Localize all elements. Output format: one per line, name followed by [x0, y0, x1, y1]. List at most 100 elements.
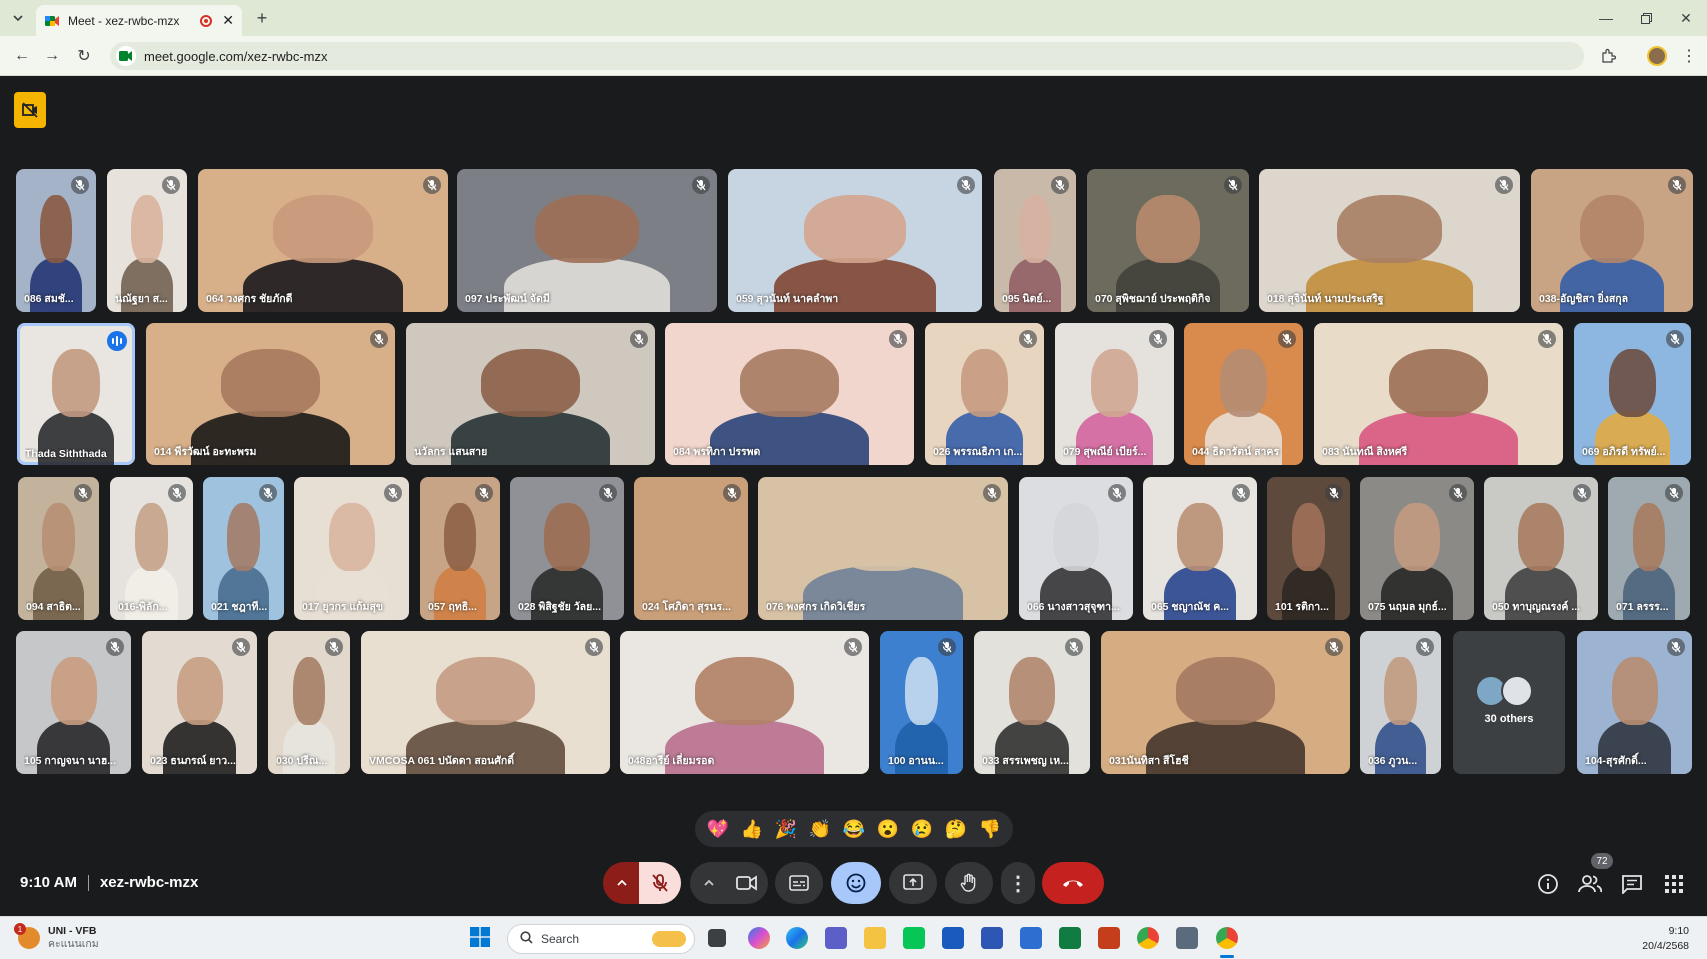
teams-icon[interactable]: [825, 927, 847, 949]
host-controls-icon[interactable]: [14, 92, 46, 128]
minimize-window-icon[interactable]: —: [1594, 6, 1618, 30]
participant-tile[interactable]: 070 สุพิชฌาย์ ประพฤติกิจ: [1087, 169, 1249, 312]
reaction-party-popper[interactable]: 🎉: [775, 819, 797, 840]
participant-tile[interactable]: 044 ธิดารัตน์ สาคร: [1184, 323, 1303, 465]
participant-tile[interactable]: 075 นฤมล มุกธ์...: [1360, 477, 1474, 620]
participant-tile[interactable]: 059 สุวนันท์ นาคลำพา: [728, 169, 982, 312]
powerpoint-icon[interactable]: [1098, 927, 1120, 949]
chrome-active-icon[interactable]: [1216, 927, 1238, 949]
participant-tile[interactable]: 086 สมชั...: [16, 169, 96, 312]
word-icon[interactable]: [942, 927, 964, 949]
close-window-icon[interactable]: ✕: [1674, 6, 1698, 30]
taskbar-search-box[interactable]: Search: [507, 924, 695, 954]
reaction-sad[interactable]: 😢: [911, 819, 933, 840]
participant-tile[interactable]: 095 นิตย์...: [994, 169, 1076, 312]
participant-tile[interactable]: 064 วงศกร ชัยภักดี: [198, 169, 448, 312]
participant-tile[interactable]: 017 ยุวกร แก้มสุข: [294, 477, 409, 620]
reaction-thinking[interactable]: 🤔: [945, 819, 967, 840]
participant-tile[interactable]: 016-พิลัก...: [110, 477, 193, 620]
tab-search-dropdown-icon[interactable]: [8, 8, 28, 28]
people-icon[interactable]: [1578, 872, 1602, 896]
participant-tile[interactable]: 094 สาธิต...: [18, 477, 99, 620]
participant-tile[interactable]: 104-สุรศักดิ์...: [1577, 631, 1692, 774]
reactions-toggle-button[interactable]: [831, 862, 881, 904]
tab-close-icon[interactable]: ✕: [222, 12, 234, 29]
participant-tile[interactable]: 083 นันทณี สิงหศรี: [1314, 323, 1563, 465]
store-icon[interactable]: [1020, 927, 1042, 949]
system-clock[interactable]: 9:10 20/4/2568: [1642, 924, 1689, 954]
weather-widget[interactable]: 1 UNI - VFB คะแนนเกม: [14, 923, 99, 951]
browser-tab-meet[interactable]: Meet - xez-rwbc-mzx ✕: [36, 5, 242, 36]
leave-call-button[interactable]: [1042, 862, 1104, 904]
participant-tile[interactable]: 026 พรรณธิภา เก...: [925, 323, 1044, 465]
raise-hand-button[interactable]: [945, 862, 993, 904]
audio-options-button[interactable]: [603, 862, 641, 904]
participant-tile[interactable]: 065 ชญาณัช ค...: [1143, 477, 1257, 620]
file-explorer-icon[interactable]: [864, 927, 886, 949]
reload-icon[interactable]: ↻: [72, 44, 96, 68]
activities-icon[interactable]: [1662, 872, 1686, 896]
microphone-toggle-button[interactable]: [639, 862, 681, 904]
participant-tile[interactable]: 033 สรรเพชญ เห...: [974, 631, 1090, 774]
participant-tile[interactable]: 084 พรทิภา ปรรพด: [665, 323, 914, 465]
address-bar[interactable]: meet.google.com/xez-rwbc-mzx: [110, 42, 1584, 70]
participant-tile[interactable]: 030 ปรีณ...: [268, 631, 350, 774]
camera-toggle-button[interactable]: [726, 862, 768, 904]
participant-tile[interactable]: Thada Siththada: [17, 323, 135, 465]
zoom-icon[interactable]: [981, 927, 1003, 949]
participant-tile[interactable]: 066 นางสาวสุจุฑา...: [1019, 477, 1133, 620]
participant-tile[interactable]: 024 โศภิดา สุรนร...: [634, 477, 748, 620]
participant-tile[interactable]: 105 กาญจนา นาฮ...: [16, 631, 131, 774]
meeting-details-icon[interactable]: [1536, 872, 1560, 896]
reaction-surprised[interactable]: 😮: [877, 819, 899, 840]
restore-window-icon[interactable]: [1634, 6, 1658, 30]
participant-tile[interactable]: 028 พิสิฐชัย วัลย...: [510, 477, 624, 620]
participant-tile[interactable]: 079 สุพณีย์ เบียร์...: [1055, 323, 1174, 465]
new-tab-icon[interactable]: +: [252, 8, 272, 28]
back-icon[interactable]: ←: [10, 44, 34, 68]
participant-tile[interactable]: 076 พงศกร เกิดวิเชียร: [758, 477, 1008, 620]
forward-icon[interactable]: →: [40, 44, 64, 68]
chat-icon[interactable]: [1620, 872, 1644, 896]
others-tile[interactable]: 30 others: [1453, 631, 1565, 774]
participant-tile[interactable]: 023 ธนภรณ์ ยาว...: [142, 631, 257, 774]
participant-tile[interactable]: 057 ฤทธิ...: [420, 477, 500, 620]
copilot-icon[interactable]: [748, 927, 770, 949]
reaction-thumbs-down[interactable]: 👎: [979, 819, 1001, 840]
participant-tile[interactable]: นวัลกร แสนสาย: [406, 323, 655, 465]
participant-tile[interactable]: 036 ภูวน...: [1360, 631, 1441, 774]
participant-tile[interactable]: นณัฐยา ส...: [107, 169, 187, 312]
video-options-button[interactable]: [690, 862, 728, 904]
more-options-button[interactable]: ⋮: [1001, 862, 1035, 904]
participant-tile[interactable]: 069 อภิรดี ทรัพย์...: [1574, 323, 1691, 465]
calculator-icon[interactable]: [1176, 927, 1198, 949]
start-windows-icon[interactable]: [470, 927, 490, 947]
participant-tile[interactable]: 097 ประพัฒน์ จัดมี: [457, 169, 717, 312]
task-view-icon[interactable]: [708, 929, 726, 947]
reaction-thumbs-up[interactable]: 👍: [741, 819, 763, 840]
participant-tile[interactable]: 021 ชฎาที...: [203, 477, 284, 620]
reaction-laughing[interactable]: 😂: [843, 819, 865, 840]
edge-icon[interactable]: [786, 927, 808, 949]
extensions-icon[interactable]: [1596, 44, 1620, 68]
chrome-icon[interactable]: [1137, 927, 1159, 949]
participant-tile[interactable]: 101 รติกา...: [1267, 477, 1350, 620]
captions-button[interactable]: [775, 862, 823, 904]
participant-tile[interactable]: 031นันทิสา สีโฮชี: [1101, 631, 1350, 774]
line-icon[interactable]: [903, 927, 925, 949]
reaction-sparkling-heart[interactable]: 💖: [707, 819, 729, 840]
participant-tile[interactable]: VMCOSA 061 ปนัดดา สอนศักดิ์: [361, 631, 610, 774]
participant-tile[interactable]: 071 ลรรร...: [1608, 477, 1690, 620]
reaction-clapping[interactable]: 👏: [809, 819, 831, 840]
participant-tile[interactable]: 050 ทาบุญณรงค์ ...: [1484, 477, 1598, 620]
participant-tile[interactable]: 048อารีย์ เลี่ยมรอด: [620, 631, 869, 774]
participant-tile[interactable]: 014 พีรวัฒน์ อะทะพรม: [146, 323, 395, 465]
participant-tile[interactable]: 038-อัญชิสา ยิ่งสกุล: [1531, 169, 1693, 312]
chrome-menu-icon[interactable]: ⋮: [1677, 44, 1701, 68]
participant-tile[interactable]: 100 อานน...: [880, 631, 963, 774]
site-info-icon[interactable]: [116, 46, 136, 66]
excel-icon[interactable]: [1059, 927, 1081, 949]
present-screen-button[interactable]: [889, 862, 937, 904]
profile-avatar-icon[interactable]: [1645, 44, 1669, 68]
participant-tile[interactable]: 018 สุจินันท์ นามประเสริฐ: [1259, 169, 1520, 312]
